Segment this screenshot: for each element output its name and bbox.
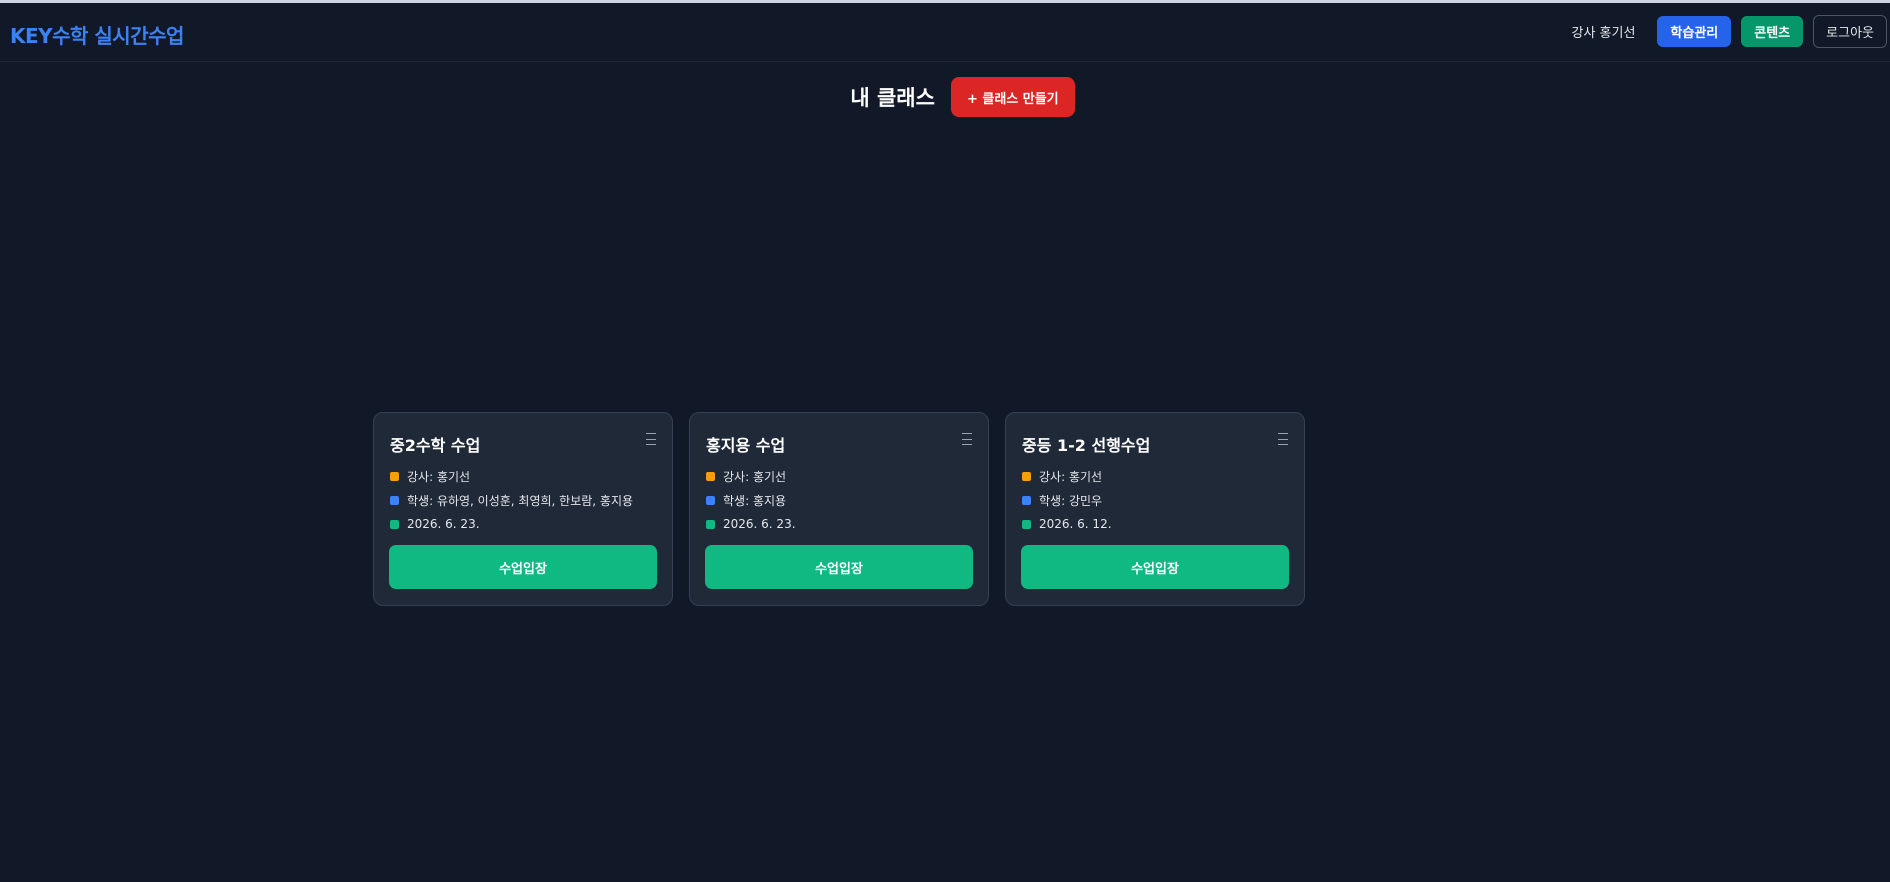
class-date: 2026. 6. 12.: [1022, 517, 1112, 531]
learning-management-button[interactable]: 학습관리: [1657, 15, 1732, 47]
class-teacher-text: 강사: 홍기선: [407, 470, 471, 484]
class-teacher-text: 강사: 홍기선: [723, 470, 787, 484]
logout-button[interactable]: 로그아웃: [1813, 14, 1887, 48]
class-card: 홍지용 수업 강사: 홍기선 학생: 홍지용 2026. 6. 23. 수업입장: [689, 412, 989, 606]
class-students-text: 학생: 강민우: [1039, 494, 1103, 508]
menu-icon[interactable]: [646, 433, 656, 445]
top-navbar: KEY수학 실시간수업 강사 홍기선 학습관리 콘텐츠 로그아웃: [0, 3, 1890, 62]
student-dot-icon: [706, 496, 715, 505]
class-students-text: 학생: 홍지용: [723, 494, 787, 508]
menu-icon[interactable]: [1278, 433, 1288, 445]
class-date-text: 2026. 6. 12.: [1039, 517, 1112, 531]
page-header: 내 클래스 + 클래스 만들기: [0, 77, 1890, 117]
class-card: 중등 1-2 선행수업 강사: 홍기선 학생: 강민우 2026. 6. 12.…: [1005, 412, 1305, 606]
class-students: 학생: 홍지용: [706, 492, 786, 509]
class-card: 중2수학 수업 강사: 홍기선 학생: 유하영, 이성훈, 최영희, 한보람, …: [373, 412, 673, 606]
class-date-text: 2026. 6. 23.: [407, 517, 480, 531]
class-students: 학생: 강민우: [1022, 492, 1102, 509]
class-teacher: 강사: 홍기선: [1022, 468, 1102, 485]
date-dot-icon: [706, 519, 715, 529]
student-dot-icon: [1022, 496, 1031, 505]
class-students-text: 학생: 유하영, 이성훈, 최영희, 한보람, 홍지용: [407, 494, 634, 508]
class-date-text: 2026. 6. 23.: [723, 517, 796, 531]
class-card-list: 중2수학 수업 강사: 홍기선 학생: 유하영, 이성훈, 최영희, 한보람, …: [373, 412, 1321, 606]
menu-icon[interactable]: [962, 433, 972, 445]
class-title: 중2수학 수업: [390, 436, 481, 455]
header-nav: 강사 홍기선 학습관리 콘텐츠 로그아웃: [1571, 14, 1887, 48]
enter-class-button[interactable]: 수업입장: [1021, 545, 1289, 589]
class-teacher: 강사: 홍기선: [390, 468, 470, 485]
page-title: 내 클래스: [850, 86, 935, 110]
class-date: 2026. 6. 23.: [390, 517, 480, 531]
class-students: 학생: 유하영, 이성훈, 최영희, 한보람, 홍지용: [390, 492, 633, 509]
date-dot-icon: [390, 519, 399, 529]
teacher-dot-icon: [1022, 472, 1031, 481]
teacher-dot-icon: [706, 472, 715, 481]
teacher-name-label: 강사 홍기선: [1571, 25, 1636, 41]
student-dot-icon: [390, 496, 399, 505]
enter-class-button[interactable]: 수업입장: [389, 545, 657, 589]
class-title: 홍지용 수업: [706, 436, 786, 455]
teacher-dot-icon: [390, 472, 399, 481]
class-date: 2026. 6. 23.: [706, 517, 796, 531]
class-teacher-text: 강사: 홍기선: [1039, 470, 1103, 484]
date-dot-icon: [1022, 519, 1031, 529]
enter-class-button[interactable]: 수업입장: [705, 545, 973, 589]
create-class-button[interactable]: + 클래스 만들기: [950, 77, 1075, 117]
contents-button[interactable]: 콘텐츠: [1741, 15, 1804, 47]
brand-logo[interactable]: KEY수학 실시간수업: [10, 20, 184, 49]
class-teacher: 강사: 홍기선: [706, 468, 786, 485]
class-title: 중등 1-2 선행수업: [1022, 436, 1151, 455]
